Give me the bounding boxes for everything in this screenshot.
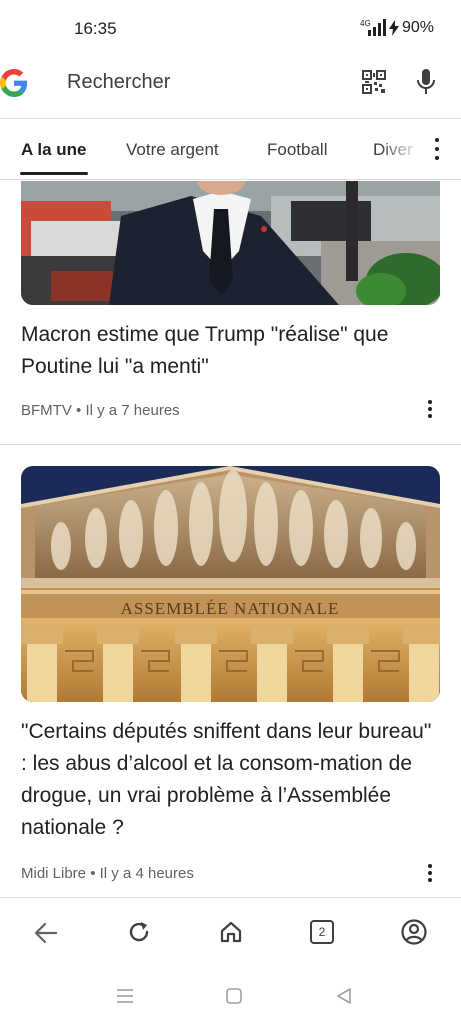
nav-back-icon[interactable] [336,987,352,1005]
browser-bottom-bar: 2 [0,897,461,968]
article-image-macron[interactable] [21,181,440,305]
article-meta: Midi Libre • Il y a 4 heures [21,865,194,882]
article-more-icon[interactable] [427,864,433,882]
tabs-divider [0,179,461,180]
article-title[interactable]: Macron estime que Trump "réalise" que Po… [21,319,441,383]
home-icon[interactable] [219,920,243,944]
category-tabs: A la une Votre argent Football Diver [0,119,461,179]
article-source[interactable]: BFMTV [21,402,72,419]
cellular-signal-icon: 4G [360,19,386,36]
article-title[interactable]: "Certains députés sniffent dans leur bur… [21,716,441,844]
battery-percent: 90% [402,19,435,36]
article-more-icon[interactable] [427,400,433,418]
google-logo-icon [0,69,28,97]
search-placeholder[interactable]: Rechercher [67,71,170,94]
account-icon[interactable] [401,919,427,945]
recents-icon[interactable] [116,988,134,1004]
tab-switcher-button[interactable]: 2 [310,920,334,944]
reload-icon[interactable] [127,920,151,944]
status-bar: 16:35 4G 90% [0,0,461,56]
article-meta: BFMTV • Il y a 7 heures [21,402,180,419]
assemblee-inscription: ASSEMBLÉE NATIONALE [121,599,340,618]
charging-bolt-icon [389,20,399,36]
tabs-more-icon[interactable] [434,138,440,160]
system-nav-bar [0,967,461,1024]
status-time: 16:35 [74,19,117,38]
active-tab-indicator [20,172,88,175]
article-image-assemblee[interactable]: ASSEMBLÉE NATIONALE [21,466,440,702]
tab-a-la-une[interactable]: A la une [21,140,87,160]
qr-code-icon[interactable] [362,70,386,94]
article-photo: ASSEMBLÉE NATIONALE [21,466,440,702]
microphone-icon[interactable] [415,68,437,96]
overview-icon[interactable] [226,988,242,1004]
tab-votre-argent[interactable]: Votre argent [126,140,219,160]
article-time: Il y a 4 heures [99,865,194,882]
network-type: 4G [360,19,371,28]
card-divider [0,444,461,445]
back-arrow-icon[interactable] [34,922,58,944]
meta-separator: • [90,865,100,882]
article-source[interactable]: Midi Libre [21,865,86,882]
search-bar[interactable]: Rechercher [0,56,461,118]
tabs-fade [380,129,420,169]
article-photo [21,181,440,305]
article-time: Il y a 7 heures [85,402,180,419]
tab-football[interactable]: Football [267,140,327,160]
